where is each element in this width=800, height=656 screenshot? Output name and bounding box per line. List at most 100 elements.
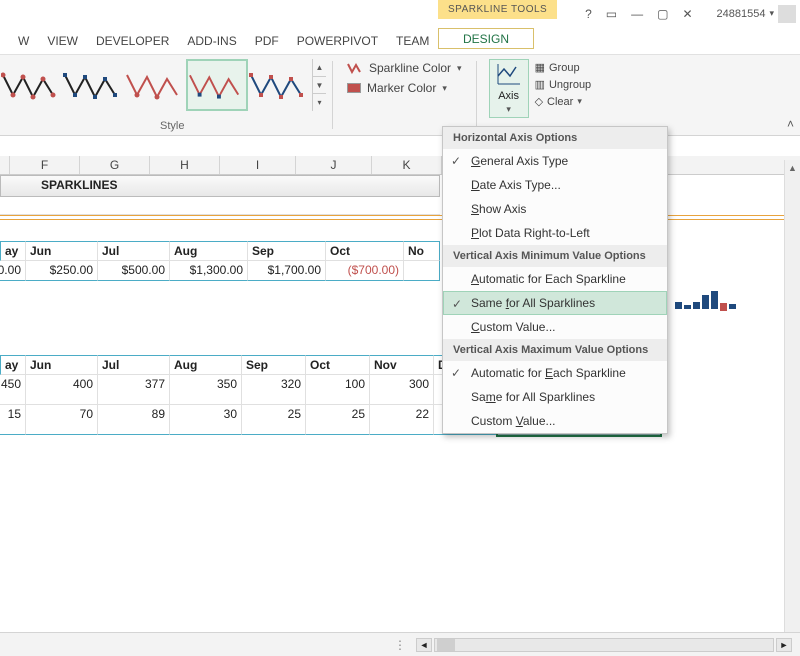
style-gallery[interactable]: [0, 55, 312, 119]
menu-item[interactable]: Plot Data Right-to-Left: [443, 221, 667, 245]
menu-item[interactable]: Show Axis: [443, 197, 667, 221]
column-headers: F G H I J K: [0, 156, 800, 175]
collapse-ribbon-icon[interactable]: ˄: [787, 117, 794, 131]
cell[interactable]: 70: [26, 405, 98, 435]
cell[interactable]: Sep: [242, 355, 306, 375]
check-icon: ✓: [451, 154, 461, 168]
group-button[interactable]: ▦Group: [535, 61, 592, 74]
col-header[interactable]: I: [220, 156, 296, 174]
clear-icon: ◇: [535, 95, 543, 108]
cell[interactable]: 100: [306, 375, 370, 405]
col-header[interactable]: J: [296, 156, 372, 174]
cell[interactable]: Jun: [26, 241, 98, 261]
sparkline-color-btn[interactable]: Sparkline Color▾: [347, 61, 462, 75]
cell[interactable]: Aug: [170, 355, 242, 375]
axis-button[interactable]: Axis ▾: [489, 59, 529, 118]
cell[interactable]: ay: [0, 355, 26, 375]
cell[interactable]: $1,300.00: [170, 261, 248, 281]
cell[interactable]: Nov: [370, 355, 434, 375]
vertical-scrollbar[interactable]: ▲: [784, 160, 800, 632]
scroll-thumb[interactable]: [437, 639, 455, 651]
cell[interactable]: Oct: [306, 355, 370, 375]
cell-negative[interactable]: ($700.00): [326, 261, 404, 281]
menu-item[interactable]: Same for All Sparklines: [443, 385, 667, 409]
cell[interactable]: $500.00: [98, 261, 170, 281]
style-thumb[interactable]: [62, 59, 124, 111]
cell[interactable]: Oct: [326, 241, 404, 261]
cell[interactable]: 320: [242, 375, 306, 405]
cell[interactable]: $250.00: [26, 261, 98, 281]
ribbon-tab[interactable]: PDF: [255, 30, 279, 52]
cell[interactable]: 25: [306, 405, 370, 435]
scroll-up-icon[interactable]: ▲: [785, 160, 800, 176]
sparklines-section-label: SPARKLINES: [0, 175, 440, 197]
ungroup-button[interactable]: ▥Ungroup: [535, 78, 592, 91]
ribbon-tab[interactable]: ADD-INS: [187, 30, 236, 52]
ribbon-tab[interactable]: DEVELOPER: [96, 30, 169, 52]
menu-item[interactable]: Automatic for Each Sparkline: [443, 267, 667, 291]
menu-item[interactable]: Custom Value...: [443, 409, 667, 433]
style-thumb[interactable]: [124, 59, 186, 111]
worksheet[interactable]: F G H I J K SPARKLINES ay Jun Jul Aug Se…: [0, 136, 800, 632]
scroll-up-icon[interactable]: ▲: [313, 59, 326, 77]
cell[interactable]: Jul: [98, 241, 170, 261]
marker-color-btn[interactable]: Marker Color▾: [347, 81, 462, 95]
close-icon[interactable]: ✕: [682, 7, 692, 21]
ungroup-icon: ▥: [535, 78, 545, 91]
ribbon-tab[interactable]: W: [18, 30, 29, 52]
axis-group: Axis ▾ ▦Group ▥Ungroup ◇Clear ▾: [483, 55, 598, 135]
cell[interactable]: $1,700.00: [248, 261, 326, 281]
scroll-track[interactable]: [434, 638, 774, 652]
cell[interactable]: Sep: [248, 241, 326, 261]
clear-button[interactable]: ◇Clear ▾: [535, 95, 592, 108]
minimize-icon[interactable]: —: [631, 7, 643, 21]
cell[interactable]: 377: [98, 375, 170, 405]
cell[interactable]: $500.00: [0, 261, 26, 281]
gallery-more-icon[interactable]: ▾: [313, 94, 326, 111]
menu-item[interactable]: Date Axis Type...: [443, 173, 667, 197]
cell[interactable]: 400: [26, 375, 98, 405]
cell[interactable]: 30: [170, 405, 242, 435]
cell[interactable]: 22: [370, 405, 434, 435]
style-thumb[interactable]: [248, 59, 310, 111]
cell[interactable]: 89: [98, 405, 170, 435]
menu-item[interactable]: ✓General Axis Type: [443, 149, 667, 173]
cell[interactable]: Aug: [170, 241, 248, 261]
tab-design[interactable]: DESIGN: [438, 28, 534, 49]
sheet-tab-scroll-icon[interactable]: ⋮: [394, 638, 408, 652]
cell[interactable]: 450: [0, 375, 26, 405]
col-header[interactable]: K: [372, 156, 442, 174]
horizontal-scrollbar[interactable]: ⋮ ◄ ►: [394, 638, 800, 652]
menu-item-highlighted[interactable]: ✓Same for All Sparklines: [443, 291, 667, 315]
help-icon[interactable]: ?: [585, 7, 592, 21]
col-header[interactable]: G: [80, 156, 150, 174]
cell[interactable]: 15: [0, 405, 26, 435]
column-sparkline[interactable]: [672, 292, 762, 312]
cell[interactable]: 300: [370, 375, 434, 405]
ribbon-tab[interactable]: POWERPIVOT: [297, 30, 378, 52]
contextual-tab-label: SPARKLINE TOOLS: [438, 0, 557, 19]
scroll-right-icon[interactable]: ►: [776, 638, 792, 652]
style-thumb[interactable]: [0, 59, 62, 111]
cell[interactable]: ay: [0, 241, 26, 261]
cell[interactable]: 350: [170, 375, 242, 405]
scroll-left-icon[interactable]: ◄: [416, 638, 432, 652]
cell[interactable]: 25: [242, 405, 306, 435]
user-account[interactable]: 24881554 ▾: [717, 5, 796, 23]
scroll-down-icon[interactable]: ▼: [313, 77, 326, 95]
col-header[interactable]: F: [10, 156, 80, 174]
cell[interactable]: No: [404, 241, 440, 261]
menu-item[interactable]: Custom Value...: [443, 315, 667, 339]
cell[interactable]: [404, 261, 440, 281]
menu-item[interactable]: ✓Automatic for Each Sparkline: [443, 361, 667, 385]
cell[interactable]: Jun: [26, 355, 98, 375]
style-group-label: Style: [160, 120, 184, 132]
ribbon-tab[interactable]: Team: [396, 30, 429, 52]
ribbon-tab[interactable]: VIEW: [47, 30, 78, 52]
cell[interactable]: Jul: [98, 355, 170, 375]
style-thumb-selected[interactable]: [186, 59, 248, 111]
ribbon-display-icon[interactable]: ▭: [606, 7, 617, 21]
col-header[interactable]: H: [150, 156, 220, 174]
restore-icon[interactable]: ▢: [657, 7, 668, 21]
gallery-scroll[interactable]: ▲ ▼ ▾: [312, 59, 326, 111]
